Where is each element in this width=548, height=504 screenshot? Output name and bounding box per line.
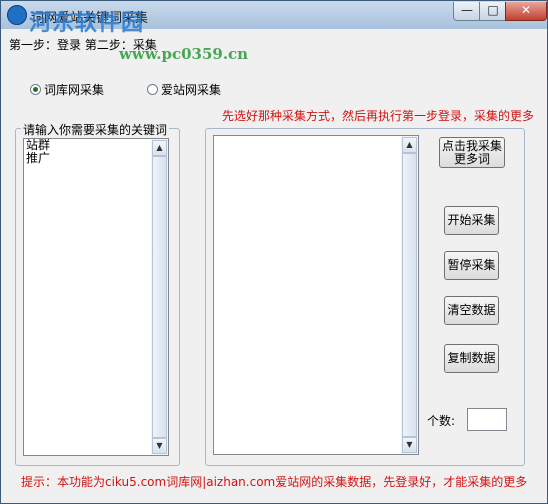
radio-ciku-indicator[interactable]	[30, 84, 41, 95]
scroll-up-icon[interactable]: ▲	[152, 140, 167, 156]
title-bar[interactable]: 词网爱站关键词采集 河东软件园 — □ ✕	[1, 1, 547, 36]
results-textarea[interactable]: ▲ ▼	[213, 135, 419, 455]
results-scrollbar[interactable]: ▲ ▼	[401, 136, 418, 454]
keywords-textarea[interactable]: 站群 推广 ▲ ▼	[23, 138, 169, 456]
keywords-legend: 请输入你需要采集的关键词	[21, 121, 170, 138]
scroll-down-icon[interactable]: ▼	[152, 438, 167, 454]
count-label: 个数:	[427, 414, 456, 428]
app-logo-icon	[7, 5, 27, 25]
top-hint: 先选好那种采集方式，然后再执行第一步登录，采集的更多	[222, 109, 535, 123]
collect-more-line1: 点击我采集	[441, 138, 502, 153]
start-collect-button[interactable]: 开始采集	[444, 206, 499, 235]
clear-data-button[interactable]: 清空数据	[444, 296, 499, 325]
keyword-item: 推广	[26, 151, 51, 165]
collect-more-words-button[interactable]: 点击我采集 更多词	[439, 137, 505, 168]
radio-ciku-label: 词库网采集	[44, 83, 105, 97]
radio-ciku[interactable]: 词库网采集	[30, 81, 104, 98]
watermark-url: www.pc0359.cn	[119, 45, 249, 63]
radio-aizhan[interactable]: 爱站网采集	[147, 81, 221, 98]
scroll-up-icon[interactable]: ▲	[402, 137, 417, 153]
bottom-hint: 提示：本功能为ciku5.com词库网|aizhan.com爱站网的采集数据，先…	[21, 475, 528, 489]
close-button[interactable]: ✕	[505, 2, 547, 21]
radio-aizhan-label: 爱站网采集	[161, 83, 222, 97]
scroll-down-icon[interactable]: ▼	[402, 437, 417, 453]
scroll-thumb[interactable]	[152, 156, 167, 438]
app-window: 词网爱站关键词采集 河东软件园 — □ ✕ 第一步：登录 第二步：采集 www.…	[0, 0, 548, 504]
scroll-thumb[interactable]	[402, 153, 417, 437]
keywords-scrollbar[interactable]: ▲ ▼	[151, 139, 168, 455]
copy-data-button[interactable]: 复制数据	[444, 344, 499, 373]
count-field[interactable]	[467, 408, 507, 431]
pause-collect-button[interactable]: 暂停采集	[444, 251, 499, 280]
radio-aizhan-indicator[interactable]	[147, 84, 158, 95]
maximize-button[interactable]: □	[479, 2, 507, 21]
watermark-brand: 河东软件园	[29, 10, 145, 36]
collect-more-line2: 更多词	[453, 151, 490, 166]
minimize-button[interactable]: —	[453, 2, 481, 21]
